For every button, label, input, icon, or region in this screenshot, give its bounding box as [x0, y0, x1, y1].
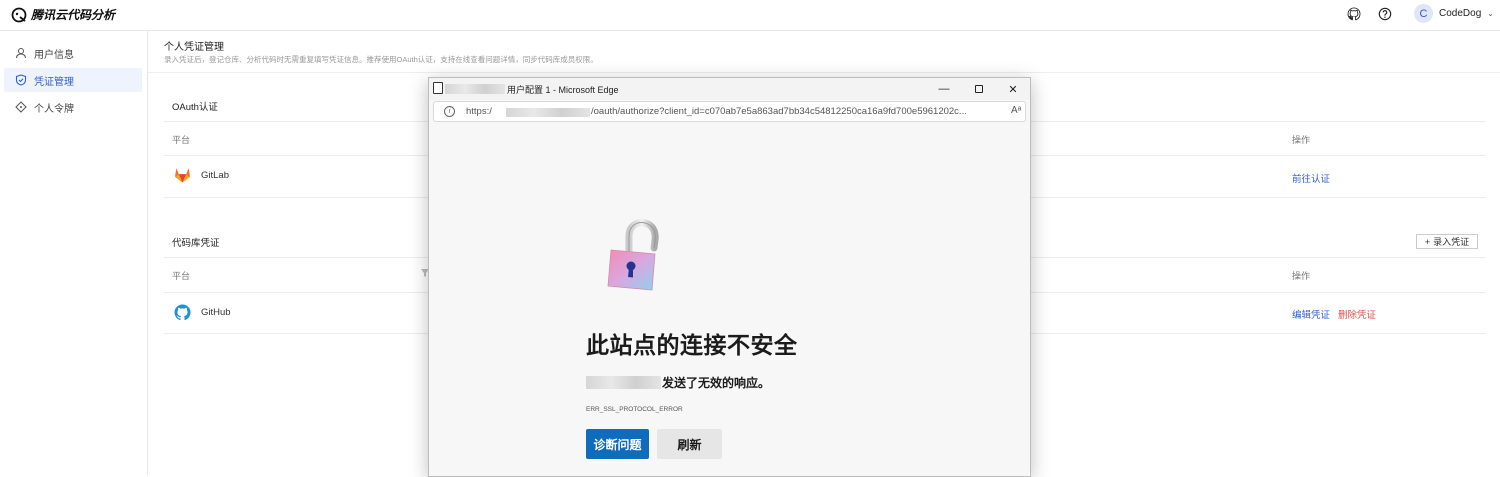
- brand-logo[interactable]: 腾讯云代码分析: [11, 6, 115, 23]
- sidebar-item-label: 凭证管理: [34, 76, 74, 88]
- error-page: [429, 123, 1030, 476]
- redacted-text: [445, 84, 505, 94]
- maximize-button[interactable]: [972, 82, 986, 96]
- user-icon: [16, 48, 26, 59]
- github-icon: [174, 304, 191, 321]
- top-bar: 腾讯云代码分析 C CodeDog ⌄: [0, 0, 1500, 31]
- oauth-col-action: 操作: [1292, 135, 1311, 145]
- user-name: CodeDog: [1439, 8, 1482, 19]
- maximize-icon: [975, 85, 983, 93]
- plus-icon: +: [1424, 236, 1431, 247]
- page-description: 录入凭证后，登记仓库、分析代码时无需重复填写凭证信息。推荐使用OAuth认证，支…: [164, 55, 598, 64]
- error-code: ERR_SSL_PROTOCOL_ERROR: [586, 406, 683, 413]
- page-icon: [433, 82, 443, 94]
- refresh-button[interactable]: 刷新: [657, 429, 722, 459]
- gitlab-icon: [175, 168, 190, 183]
- github-icon[interactable]: [1346, 6, 1362, 22]
- delete-credential-link[interactable]: 删除凭证: [1338, 307, 1376, 321]
- brand-name: 腾讯云代码分析: [31, 8, 116, 22]
- window-title: 用户配置 1 - Microsoft Edge: [507, 85, 619, 95]
- address-bar[interactable]: i https:/ /oauth/authorize?client_id=c07…: [433, 101, 1026, 122]
- sidebar: 用户信息 凭证管理 个人令牌: [0, 31, 148, 475]
- close-button[interactable]: ✕: [1006, 82, 1020, 96]
- oauth-col-platform: 平台: [172, 135, 191, 145]
- window-title-bar[interactable]: 用户配置 1 - Microsoft Edge — ✕: [429, 78, 1030, 100]
- help-icon[interactable]: [1377, 6, 1393, 22]
- sidebar-item-user-info[interactable]: 用户信息: [4, 41, 142, 65]
- avatar: C: [1414, 4, 1433, 23]
- repo-col-platform: 平台: [172, 271, 191, 281]
- read-aloud-icon[interactable]: Aᵃ: [1011, 105, 1021, 116]
- edit-credential-link[interactable]: 编辑凭证: [1292, 307, 1330, 321]
- unlocked-padlock-icon: [607, 219, 659, 291]
- url-scheme: https:/: [466, 106, 492, 117]
- error-title: 此站点的连接不安全: [586, 332, 798, 358]
- repo-col-action: 操作: [1292, 271, 1311, 281]
- sidebar-item-label: 个人令牌: [34, 103, 74, 115]
- oauth-section-title: OAuth认证: [172, 102, 218, 113]
- diamond-icon: [15, 101, 27, 113]
- logo-icon: [11, 7, 27, 22]
- divider: [148, 72, 1500, 73]
- chevron-down-icon: ⌄: [1487, 9, 1494, 18]
- table-row: GitLab: [174, 167, 229, 183]
- platform-name: GitLab: [201, 169, 229, 181]
- redacted-host: [586, 376, 661, 389]
- error-description: 发送了无效的响应。: [586, 374, 770, 391]
- redacted-host: [506, 108, 590, 117]
- sidebar-item-tokens[interactable]: 个人令牌: [4, 95, 142, 119]
- sidebar-item-label: 用户信息: [34, 49, 74, 61]
- table-row: GitHub: [174, 304, 231, 321]
- error-description-text: 发送了无效的响应。: [662, 376, 771, 390]
- minimize-button[interactable]: —: [937, 82, 951, 96]
- user-menu[interactable]: C CodeDog ⌄: [1414, 4, 1494, 23]
- sidebar-item-credentials[interactable]: 凭证管理: [4, 68, 142, 92]
- add-credential-button[interactable]: + 录入凭证: [1416, 234, 1478, 249]
- page-title: 个人凭证管理: [164, 42, 224, 53]
- edge-popup-window: 用户配置 1 - Microsoft Edge — ✕ i https:/ /o…: [428, 77, 1031, 477]
- platform-name: GitHub: [201, 307, 231, 318]
- repo-section-title: 代码库凭证: [172, 238, 220, 249]
- diagnose-button[interactable]: 诊断问题: [586, 429, 649, 459]
- oauth-authorize-link[interactable]: 前往认证: [1292, 171, 1330, 185]
- info-icon[interactable]: i: [444, 106, 455, 117]
- url-path: /oauth/authorize?client_id=c070ab7e5a863…: [591, 106, 967, 117]
- add-credential-label: 录入凭证: [1433, 237, 1470, 247]
- shield-icon: [15, 74, 27, 86]
